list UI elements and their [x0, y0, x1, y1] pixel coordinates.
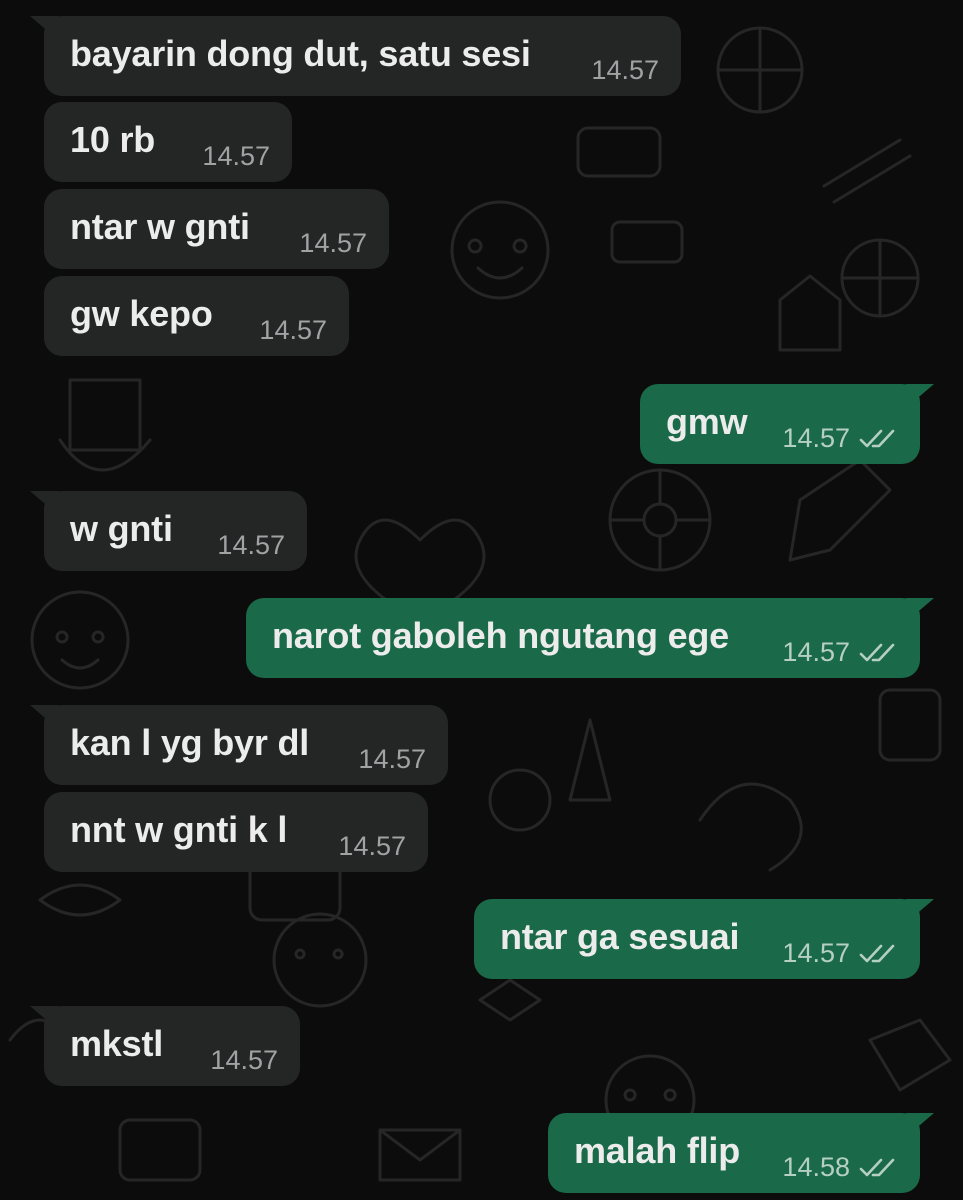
message-text: ntar w gnti [70, 206, 250, 247]
message-text: kan l yg byr dl [70, 722, 310, 763]
message-text: gw kepo [70, 293, 213, 334]
message-time: 14.57 [210, 1045, 278, 1075]
bubble-tail [30, 16, 58, 40]
bubble-tail [906, 384, 934, 408]
double-check-icon [859, 944, 895, 962]
message-time: 14.57 [338, 831, 406, 861]
message-bubble-outgoing[interactable]: narot gaboleh ngutang ege 14.57 [246, 598, 934, 678]
message-bubble-incoming[interactable]: w gnti 14.57 [30, 491, 307, 571]
message-time: 14.57 [591, 55, 659, 85]
message-bubble-incoming[interactable]: gw kepo 14.57 [44, 276, 349, 356]
message-text: malah flip [574, 1130, 741, 1171]
message-time: 14.57 [217, 530, 285, 560]
message-text: 10 rb [70, 119, 156, 160]
double-check-icon [859, 643, 895, 661]
message-text: bayarin dong dut, satu sesi [70, 33, 531, 74]
message-time: 14.57 [782, 938, 850, 968]
message-bubble-incoming[interactable]: nnt w gnti k l 14.57 [44, 792, 428, 872]
double-check-icon [859, 429, 895, 447]
message-time: 14.57 [782, 423, 850, 453]
message-time: 14.58 [782, 1152, 850, 1182]
message-bubble-incoming[interactable]: bayarin dong dut, satu sesi 14.57 [30, 16, 681, 96]
bubble-tail [30, 491, 58, 515]
message-time: 14.57 [202, 141, 270, 171]
double-check-icon [859, 1158, 895, 1176]
message-bubble-outgoing[interactable]: malah flip 14.58 [548, 1113, 934, 1193]
message-time: 14.57 [358, 744, 426, 774]
message-time: 14.57 [782, 637, 850, 667]
message-bubble-outgoing[interactable]: gmw 14.57 [640, 384, 934, 464]
bubble-tail [30, 705, 58, 729]
message-bubble-incoming[interactable]: mkstl 14.57 [30, 1006, 300, 1086]
bubble-tail [906, 598, 934, 622]
message-text: narot gaboleh ngutang ege [272, 615, 730, 656]
message-text: ntar ga sesuai [500, 916, 740, 957]
message-bubble-incoming[interactable]: 10 rb 14.57 [44, 102, 292, 182]
message-time: 14.57 [299, 228, 367, 258]
message-bubble-incoming[interactable]: ntar w gnti 14.57 [44, 189, 389, 269]
bubble-tail [30, 1006, 58, 1030]
message-time: 14.57 [259, 315, 327, 345]
message-text: nnt w gnti k l [70, 809, 288, 850]
bubble-tail [906, 899, 934, 923]
message-text: gmw [666, 401, 748, 442]
message-bubble-outgoing[interactable]: ntar ga sesuai 14.57 [474, 899, 934, 979]
bubble-tail [906, 1113, 934, 1137]
message-text: mkstl [70, 1023, 164, 1064]
message-bubble-incoming[interactable]: kan l yg byr dl 14.57 [30, 705, 448, 785]
message-text: w gnti [70, 508, 173, 549]
